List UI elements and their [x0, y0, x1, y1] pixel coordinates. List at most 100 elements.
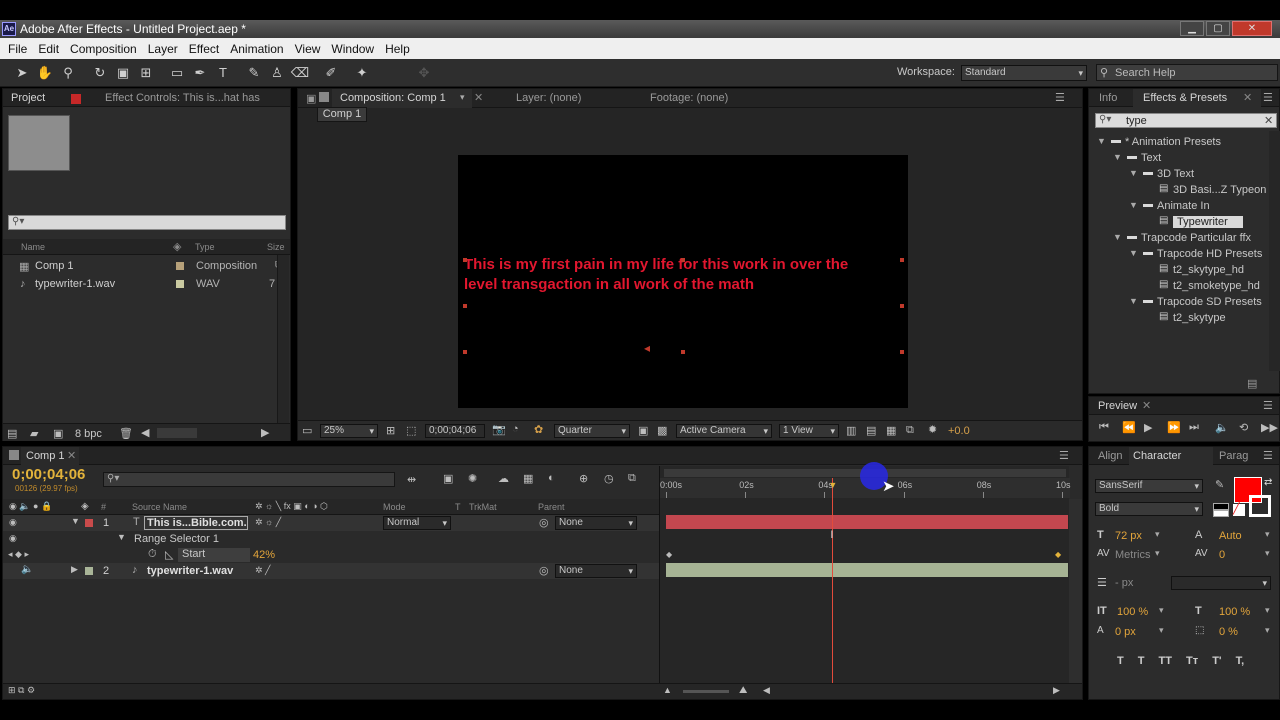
- exposure-value[interactable]: +0.0: [948, 425, 970, 437]
- frame-blending-icon[interactable]: ▦: [523, 472, 533, 485]
- last-frame-icon[interactable]: ⏭: [1189, 421, 1199, 434]
- chevron-down-icon[interactable]: ▾: [1155, 548, 1160, 559]
- layer-bar-1[interactable]: [666, 515, 1068, 529]
- interpret-footage-icon[interactable]: ▤: [7, 427, 17, 440]
- fast-preview-icon[interactable]: ▤: [866, 424, 876, 437]
- col-mode[interactable]: Mode: [383, 502, 406, 512]
- col-parent[interactable]: Parent: [538, 502, 565, 512]
- expand-arrow-icon[interactable]: ▼: [1129, 200, 1138, 210]
- expand-arrow-icon[interactable]: ▼: [71, 516, 80, 526]
- keyframe-diamond[interactable]: ◆: [666, 550, 672, 559]
- layer-name[interactable]: This is...Bible.com.: [144, 516, 248, 530]
- keyframe-diamond[interactable]: ◆: [1055, 550, 1061, 559]
- bbox-handle[interactable]: [900, 304, 904, 308]
- scroll-right-icon[interactable]: ▶: [1053, 685, 1060, 696]
- tab-effects-presets[interactable]: Effects & Presets: [1143, 92, 1227, 104]
- menu-edit[interactable]: Edit: [38, 42, 59, 56]
- swap-colors-icon[interactable]: ⇄: [1264, 477, 1272, 488]
- audio-icon[interactable]: 🔈: [1215, 421, 1229, 434]
- effects-tree-item[interactable]: ▼ ▬ Text: [1089, 151, 1269, 167]
- zoom-select[interactable]: 25%: [320, 424, 378, 438]
- fit-frame-icon[interactable]: ⊞: [386, 424, 395, 437]
- effects-tree-item[interactable]: ▤ t2_smoketype_hd: [1089, 279, 1269, 295]
- zoom-out-icon[interactable]: ▲: [663, 685, 672, 695]
- eyedropper-icon[interactable]: ✎: [1215, 478, 1224, 491]
- audio-icon[interactable]: 🔈: [21, 564, 33, 575]
- parent-select[interactable]: None: [555, 564, 637, 578]
- project-item-comp[interactable]: ▦ Comp 1 Composition ⧉: [3, 258, 290, 275]
- font-style-select[interactable]: Bold: [1095, 502, 1203, 516]
- stroke-color-swatch[interactable]: [1249, 495, 1271, 517]
- brush-tool-icon[interactable]: ✎: [244, 63, 264, 83]
- effects-tree-item[interactable]: ▼ ▬ Trapcode HD Presets: [1089, 247, 1269, 263]
- effects-scrollbar[interactable]: [1269, 131, 1280, 371]
- tab-composition[interactable]: Composition: Comp 1: [340, 92, 446, 104]
- tsume-value[interactable]: 0 %: [1219, 626, 1238, 638]
- no-color-swatch[interactable]: ╱: [1233, 503, 1245, 516]
- bpc-toggle[interactable]: 8 bpc: [75, 428, 102, 440]
- range-selector-label[interactable]: Range Selector 1: [134, 533, 219, 545]
- menu-effect[interactable]: Effect: [189, 42, 219, 56]
- horizontal-scale-value[interactable]: 100 %: [1219, 606, 1250, 618]
- menu-window[interactable]: Window: [331, 42, 374, 56]
- col-source-name[interactable]: Source Name: [132, 502, 187, 512]
- graph-editor-icon[interactable]: ◷: [604, 472, 614, 485]
- menu-help[interactable]: Help: [385, 42, 410, 56]
- horizontal-scrollbar[interactable]: [157, 428, 197, 438]
- white-swatch[interactable]: [1213, 510, 1229, 517]
- tracking-value[interactable]: 0: [1219, 549, 1225, 561]
- stroke-style-select[interactable]: [1171, 576, 1271, 590]
- expand-arrow-icon[interactable]: ▼: [117, 532, 126, 542]
- keyframe-nav-icon[interactable]: ◂ ◆ ▸: [8, 549, 29, 560]
- effects-tree-item[interactable]: ▼ ▬ * Animation Presets: [1089, 135, 1269, 151]
- pen-tool-icon[interactable]: ✒: [190, 63, 210, 83]
- effects-tree-item[interactable]: ▼ ▬ Trapcode SD Presets: [1089, 295, 1269, 311]
- comp-canvas[interactable]: This is my first pain in my life for thi…: [458, 155, 908, 408]
- camera-select[interactable]: Active Camera: [676, 424, 772, 438]
- tab-footage[interactable]: Footage: (none): [650, 92, 728, 104]
- timeline-current-time[interactable]: 0;00;04;06: [12, 466, 85, 483]
- tab-preview[interactable]: Preview: [1098, 400, 1137, 412]
- tab-project[interactable]: Project: [11, 92, 45, 104]
- bbox-handle[interactable]: [463, 258, 467, 262]
- transparency-grid-icon[interactable]: ▩: [657, 424, 667, 437]
- menu-composition[interactable]: Composition: [70, 42, 137, 56]
- black-swatch[interactable]: [1213, 503, 1229, 510]
- chevron-down-icon[interactable]: ▾: [460, 92, 465, 103]
- layer-switches-icon[interactable]: ✲ ☼ ╱: [255, 517, 281, 528]
- camera-tool-icon[interactable]: ▣: [113, 63, 133, 83]
- expand-arrow-icon[interactable]: ▶: [71, 564, 78, 575]
- close-tab-icon[interactable]: ✕: [67, 449, 76, 462]
- tab-align[interactable]: Align: [1098, 450, 1122, 462]
- time-graph[interactable]: 0:00s 02s 04s 06s 08s 10s ◆ ◆ ▼ ➤ I: [659, 462, 1071, 692]
- search-help-field[interactable]: ⚲ Search Help: [1096, 64, 1278, 81]
- draft-3d-icon[interactable]: ✺: [468, 472, 477, 485]
- anchor-point-icon[interactable]: ◂: [644, 341, 650, 355]
- chevron-down-icon[interactable]: ▾: [1155, 529, 1160, 540]
- bbox-handle[interactable]: [463, 350, 467, 354]
- motion-blur-icon[interactable]: ◐: [548, 472, 555, 484]
- selection-tool-icon[interactable]: ➤: [12, 63, 32, 83]
- view-layout-select[interactable]: 1 View: [779, 424, 839, 438]
- stopwatch-icon[interactable]: ⏱: [148, 548, 157, 561]
- panel-menu-icon[interactable]: ☰: [1263, 399, 1273, 412]
- chevron-down-icon[interactable]: ▾: [1265, 605, 1270, 616]
- pan-behind-tool-icon[interactable]: ⊞: [136, 63, 156, 83]
- timeline-search-input[interactable]: ⚲▾: [103, 472, 395, 487]
- text-style-buttons-icon[interactable]: T T TT Tт T' T,: [1117, 655, 1244, 667]
- tab-layer[interactable]: Layer: (none): [516, 92, 581, 104]
- comp-breadcrumb[interactable]: Comp 1: [317, 107, 367, 122]
- stroke-width-value[interactable]: - px: [1115, 577, 1133, 589]
- ram-preview-icon[interactable]: ▶▶: [1261, 421, 1278, 434]
- tab-info[interactable]: Info: [1099, 92, 1117, 104]
- expand-arrow-icon[interactable]: ▼: [1129, 248, 1138, 258]
- tab-timeline-comp[interactable]: Comp 1: [26, 450, 65, 462]
- chevron-down-icon[interactable]: ▾: [1265, 529, 1270, 540]
- project-item-wav[interactable]: ♪ typewriter-1.wav WAV 7: [3, 276, 290, 293]
- panel-menu-icon[interactable]: ☰: [1059, 449, 1069, 462]
- playhead-handle[interactable]: ▼: [828, 480, 837, 490]
- project-scrollbar[interactable]: [277, 255, 289, 423]
- zoom-in-icon[interactable]: ⛰: [739, 685, 747, 696]
- bbox-handle[interactable]: [681, 350, 685, 354]
- effects-search-input[interactable]: ⚲▾ type ✕: [1095, 113, 1277, 128]
